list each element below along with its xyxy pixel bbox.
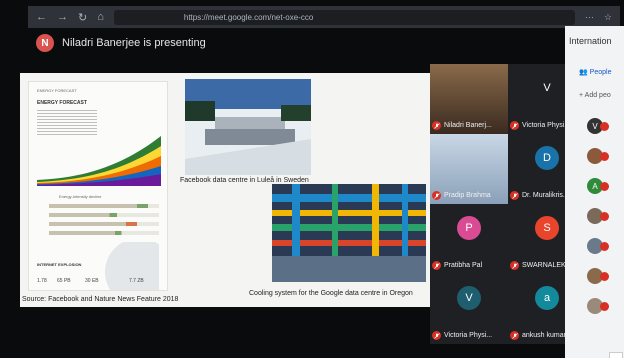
url-bar[interactable]: https://meet.google.com/net-oxe-cco: [113, 9, 575, 25]
participant-name-row: Victoria Physi...: [510, 121, 570, 130]
infographic-value: 7.7 ZB: [129, 278, 144, 284]
people-list-item[interactable]: V: [587, 118, 609, 134]
people-list-item[interactable]: [587, 148, 609, 164]
participant-name: ankush kumar: [522, 332, 566, 339]
energy-area-chart: [37, 136, 161, 186]
panel-title: Internation: [569, 36, 612, 46]
presenting-label: Niladri Banerjee is presenting: [62, 37, 206, 49]
tab-people[interactable]: 👥 People: [579, 68, 611, 76]
participant-name-row: Niladri Banerj...: [432, 121, 492, 130]
infographic-value: 30 EB: [85, 278, 99, 284]
participant-avatar: P: [457, 216, 481, 240]
mic-off-icon: [600, 151, 609, 161]
infographic-title: ENERGY FORECAST: [37, 88, 77, 93]
infographic-internet: INTERNET EXPLOSION: [37, 262, 82, 267]
forward-icon[interactable]: →: [57, 11, 68, 23]
mic-off-icon: [600, 211, 609, 221]
infographic-blurb: [37, 108, 97, 136]
mic-off-icon: [510, 331, 519, 340]
home-icon[interactable]: ⌂: [97, 11, 104, 23]
participant-name-row: Victoria Physi...: [432, 331, 492, 340]
browser-toolbar: ← → ↻ ⌂ https://meet.google.com/net-oxe-…: [28, 6, 620, 28]
mic-off-icon: [510, 191, 519, 200]
mic-off-icon: [432, 191, 441, 200]
participant-name: Pradip Brahma: [444, 192, 491, 199]
infographic-heading: ENERGY FORECAST: [37, 100, 87, 106]
participant-avatar: a: [535, 286, 559, 310]
people-list-item[interactable]: [587, 238, 609, 254]
mic-off-icon: [600, 271, 609, 281]
people-list-item[interactable]: A: [587, 178, 609, 194]
mic-off-icon: [510, 261, 519, 270]
participant-name: Victoria Physi...: [444, 332, 493, 339]
participant-name: Victoria Physi...: [522, 122, 571, 129]
slide-source: Source: Facebook and Nature News Feature…: [22, 296, 179, 303]
people-panel: Internation 👥 People + Add peo V A: [565, 26, 624, 358]
people-list-item[interactable]: [587, 268, 609, 284]
participant-avatar: D: [535, 146, 559, 170]
participant-name-row: Dr. Muralikris...: [510, 191, 569, 200]
mic-off-icon: [432, 331, 441, 340]
energy-infographic: ENERGY FORECAST ENERGY FORECAST Energy-i…: [28, 81, 168, 291]
chat-bubble-icon[interactable]: [609, 352, 623, 358]
mic-off-icon: [600, 121, 609, 131]
participant-name-row: Pratibha Pal: [432, 261, 482, 270]
oregon-photo: [272, 184, 426, 282]
mic-off-icon: [600, 241, 609, 251]
lulea-caption: Facebook data centre in Luleå in Sweden: [180, 177, 309, 184]
participant-name-row: SWARNALEK...: [510, 261, 572, 270]
add-people-label: Add peo: [584, 92, 611, 99]
people-list-item[interactable]: [587, 208, 609, 224]
presenter-header: N Niladri Banerjee is presenting: [36, 34, 206, 52]
mic-off-icon: [510, 121, 519, 130]
participant-tile[interactable]: V Victoria Physi...: [430, 274, 508, 344]
url-text[interactable]: https://meet.google.com/net-oxe-cco: [184, 13, 313, 22]
mic-off-icon: [432, 261, 441, 270]
participant-tile[interactable]: P Pratibha Pal: [430, 204, 508, 274]
participant-name-row: ankush kumar: [510, 331, 566, 340]
oregon-caption: Cooling system for the Google data centr…: [249, 290, 413, 297]
people-list-item[interactable]: [587, 298, 609, 314]
add-person-icon: +: [579, 92, 584, 99]
progress-bars: [49, 204, 159, 235]
participant-name-row: Pradip Brahma: [432, 191, 491, 200]
mic-off-icon: [600, 301, 609, 311]
infographic-value: 1.78: [37, 278, 47, 284]
participant-name: Dr. Muralikris...: [522, 192, 569, 199]
bookmark-star-icon[interactable]: ☆: [604, 12, 612, 23]
lulea-photo: [185, 79, 311, 175]
reload-icon[interactable]: ↻: [78, 11, 87, 24]
presenter-avatar: N: [36, 34, 54, 52]
mic-off-icon: [600, 181, 609, 191]
participant-name: Pratibha Pal: [444, 262, 483, 269]
participant-avatar: V: [457, 286, 481, 310]
people-icon: 👥: [579, 69, 588, 76]
participant-avatar: V: [535, 76, 559, 100]
back-icon[interactable]: ←: [36, 11, 47, 23]
add-people-button[interactable]: + Add peo: [579, 92, 611, 99]
infographic-value: 65 PB: [57, 278, 71, 284]
screen: { "browser": { "url": "https://meet.goog…: [0, 0, 624, 358]
shared-slide: ENERGY FORECAST ENERGY FORECAST Energy-i…: [20, 73, 432, 307]
mic-off-icon: [432, 121, 441, 130]
participant-name: Niladri Banerj...: [444, 122, 492, 129]
people-tab-label: People: [589, 69, 612, 76]
infographic-section: Energy-intensity decline: [59, 194, 102, 199]
participant-tile[interactable]: Niladri Banerj...: [430, 64, 508, 134]
participant-tile[interactable]: Pradip Brahma: [430, 134, 508, 204]
participant-avatar: S: [535, 216, 559, 240]
menu-icon[interactable]: ···: [585, 12, 594, 22]
